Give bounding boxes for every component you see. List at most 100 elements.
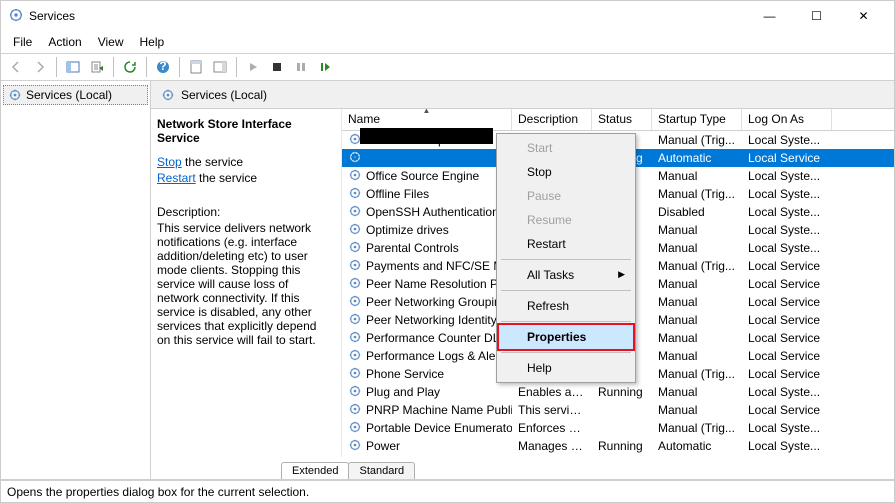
- stop-service-button[interactable]: [266, 56, 288, 78]
- menu-help[interactable]: Help: [132, 33, 173, 51]
- service-logon: Local Syste...: [742, 240, 832, 256]
- menu-action[interactable]: Action: [40, 33, 89, 51]
- show-hide-action-pane-button[interactable]: [209, 56, 231, 78]
- service-name: Peer Networking Groupin: [366, 295, 501, 309]
- table-row[interactable]: PNRP Machine Name Publi...This service .…: [342, 401, 894, 419]
- start-service-button[interactable]: [242, 56, 264, 78]
- column-status[interactable]: Status: [592, 109, 652, 130]
- menu-item-restart[interactable]: Restart: [499, 232, 633, 256]
- sort-ascending-icon: ▲: [423, 109, 431, 115]
- view-tabs: Extended Standard: [151, 457, 894, 479]
- table-row[interactable]: PowerManages p...RunningAutomaticLocal S…: [342, 437, 894, 455]
- table-row[interactable]: Plug and PlayEnables a c...RunningManual…: [342, 383, 894, 401]
- stop-service-link[interactable]: Stop: [157, 155, 182, 169]
- main-body: Services (Local) Services (Local) Networ…: [1, 81, 894, 480]
- help-button[interactable]: ?: [152, 56, 174, 78]
- tree-item-services-local[interactable]: Services (Local): [3, 85, 148, 105]
- context-menu: Start Stop Pause Resume Restart All Task…: [496, 133, 636, 383]
- restart-service-link[interactable]: Restart: [157, 171, 196, 185]
- gear-icon: [348, 150, 362, 167]
- pane-header: Services (Local): [151, 81, 894, 109]
- right-pane: Services (Local) Network Store Interface…: [151, 81, 894, 479]
- service-status: [592, 409, 652, 411]
- status-text: Opens the properties dialog box for the …: [7, 485, 309, 499]
- service-name: Power: [366, 439, 400, 453]
- column-startup-type[interactable]: Startup Type: [652, 109, 742, 130]
- menu-view[interactable]: View: [90, 33, 132, 51]
- tab-standard[interactable]: Standard: [348, 462, 415, 479]
- column-description[interactable]: Description: [512, 109, 592, 130]
- service-description: Enables a c...: [512, 384, 592, 400]
- gear-icon: [348, 294, 362, 311]
- menu-item-stop[interactable]: Stop: [499, 160, 633, 184]
- service-startup: Manual: [652, 348, 742, 364]
- service-startup: Manual: [652, 384, 742, 400]
- svg-text:?: ?: [159, 60, 166, 73]
- service-name: Payments and NFC/SE Ma: [366, 259, 510, 273]
- export-list-button[interactable]: [86, 56, 108, 78]
- description-text: This service delivers network notificati…: [157, 221, 331, 347]
- detail-pane: Network Store Interface Service Stop the…: [151, 109, 341, 457]
- service-logon: Local Syste...: [742, 132, 832, 148]
- window-title: Services: [29, 9, 747, 23]
- service-startup: Automatic: [652, 150, 742, 166]
- show-hide-tree-button[interactable]: [62, 56, 84, 78]
- pane-header-title: Services (Local): [181, 88, 267, 102]
- service-startup: Manual: [652, 222, 742, 238]
- service-description: This service ...: [512, 402, 592, 418]
- status-bar: Opens the properties dialog box for the …: [1, 480, 894, 502]
- service-name: Office Source Engine: [366, 169, 479, 183]
- gear-icon: [348, 258, 362, 275]
- service-startup: Manual (Trig...: [652, 258, 742, 274]
- menu-file[interactable]: File: [5, 33, 40, 51]
- service-startup: Manual (Trig...: [652, 132, 742, 148]
- forward-button[interactable]: [29, 56, 51, 78]
- service-name: OpenSSH Authentication: [366, 205, 499, 219]
- properties-button[interactable]: [185, 56, 207, 78]
- service-logon: Local Syste...: [742, 186, 832, 202]
- service-status: [592, 427, 652, 429]
- refresh-button[interactable]: [119, 56, 141, 78]
- gear-icon: [161, 88, 175, 102]
- service-startup: Manual: [652, 168, 742, 184]
- restart-service-button[interactable]: [314, 56, 336, 78]
- back-button[interactable]: [5, 56, 27, 78]
- column-log-on-as[interactable]: Log On As: [742, 109, 832, 130]
- service-startup: Manual (Trig...: [652, 420, 742, 436]
- gear-icon: [348, 438, 362, 455]
- menu-bar: File Action View Help: [1, 31, 894, 53]
- chevron-right-icon: ▶: [618, 269, 625, 280]
- maximize-button[interactable]: ☐: [794, 2, 839, 30]
- console-tree[interactable]: Services (Local): [1, 81, 151, 479]
- menu-item-all-tasks[interactable]: All Tasks▶: [499, 263, 633, 287]
- gear-icon: [348, 366, 362, 383]
- column-name[interactable]: ▲Name: [342, 109, 512, 130]
- service-logon: Local Syste...: [742, 168, 832, 184]
- service-startup: Disabled: [652, 204, 742, 220]
- pause-service-button[interactable]: [290, 56, 312, 78]
- close-button[interactable]: ✕: [841, 2, 886, 30]
- menu-item-refresh[interactable]: Refresh: [499, 294, 633, 318]
- menu-item-help[interactable]: Help: [499, 356, 633, 380]
- service-name: Phone Service: [366, 367, 444, 381]
- service-name: Optimize drives: [366, 223, 449, 237]
- service-startup: Manual: [652, 402, 742, 418]
- table-row[interactable]: Portable Device EnumeratorEnforces gr...…: [342, 419, 894, 437]
- service-startup: Automatic: [652, 438, 742, 454]
- service-logon: Local Service: [742, 312, 832, 328]
- service-logon: Local Service: [742, 276, 832, 292]
- gear-icon: [8, 88, 22, 102]
- service-logon: Local Service: [742, 348, 832, 364]
- service-name: Performance Logs & Alert: [366, 349, 503, 363]
- tab-extended[interactable]: Extended: [281, 462, 349, 479]
- minimize-button[interactable]: —: [747, 2, 792, 30]
- tree-item-label: Services (Local): [26, 88, 112, 102]
- service-logon: Local Service: [742, 150, 832, 166]
- service-name: Portable Device Enumerator: [366, 421, 512, 435]
- app-icon: [9, 8, 23, 25]
- menu-item-properties[interactable]: Properties: [497, 323, 635, 351]
- service-name: Peer Networking Identity: [366, 313, 497, 327]
- gear-icon: [348, 240, 362, 257]
- service-status: Running: [592, 384, 652, 400]
- service-logon: Local Syste...: [742, 204, 832, 220]
